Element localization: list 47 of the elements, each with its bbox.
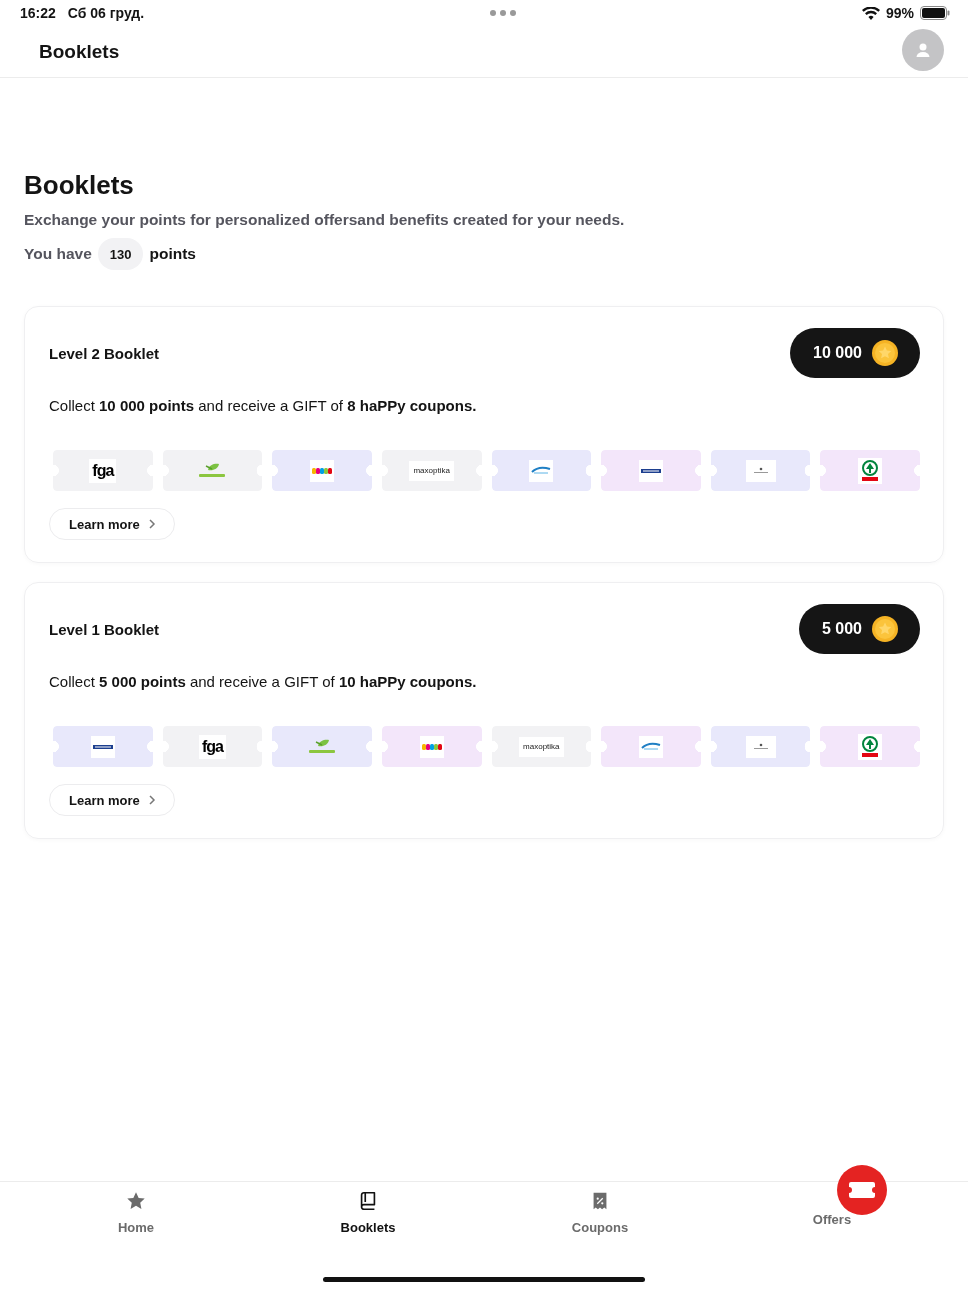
booklet-title: Level 2 Booklet	[49, 344, 160, 362]
status-time: 16:22	[20, 5, 56, 21]
status-date: Сб 06 груд.	[67, 5, 145, 21]
ticket-icon	[837, 1165, 887, 1215]
battery-percentage: 99%	[885, 5, 914, 21]
brand-wordmark: fga	[198, 734, 226, 759]
booklet-title: Level 1 Booklet	[49, 620, 160, 638]
chevron-right-icon	[147, 795, 156, 805]
brand-wordmark: maxoptika	[519, 736, 564, 757]
coin-icon	[872, 616, 898, 642]
blocks-logo-icon	[310, 459, 335, 482]
tree-logo-icon	[858, 733, 883, 760]
wifi-icon	[861, 6, 880, 20]
header-title: Booklets	[39, 40, 120, 63]
tab-bar-item[interactable]: Coupons	[484, 1182, 716, 1244]
stripe-logo-icon	[638, 459, 663, 482]
dot-logo-icon	[745, 735, 776, 758]
leaf-logo-icon	[197, 462, 228, 479]
points-badge: 130	[97, 238, 144, 270]
wave-logo-icon	[529, 459, 554, 482]
brand-wordmark: maxoptika	[409, 460, 454, 481]
price-button[interactable]: 10 000	[790, 328, 920, 378]
brand-wordmark: fga	[89, 458, 117, 483]
coin-icon	[872, 340, 898, 366]
blocks-logo-icon	[419, 735, 444, 758]
profile-button[interactable]	[902, 28, 944, 71]
leaf-logo-icon	[307, 738, 338, 755]
more-dots-icon[interactable]	[490, 10, 517, 16]
points-label: You have	[24, 245, 92, 263]
dot-logo-icon	[745, 459, 776, 482]
tab-bar-item[interactable]: Home	[20, 1182, 252, 1244]
wave-logo-icon	[638, 735, 663, 758]
person-icon	[915, 41, 931, 58]
learn-more-button[interactable]: Learn more	[49, 784, 175, 816]
stripe-logo-icon	[90, 735, 115, 758]
booklet-description: Collect 10 000 points and receive a GIFT of 8 haPPy coupons.	[49, 396, 478, 416]
price-button[interactable]: 5 000	[798, 604, 920, 654]
booklet-description: Collect 5 000 points and receive a GIFT of 10 haPPy coupons.	[49, 672, 478, 692]
learn-more-button[interactable]: Learn more	[49, 508, 175, 540]
points-unit: points	[149, 245, 196, 263]
page-title: Booklets	[24, 169, 135, 201]
tab-bar-item[interactable]: Booklets	[252, 1182, 484, 1244]
page-subtitle: Exchange your points for personalized offersand benefits created for your needs.	[24, 210, 626, 230]
chevron-right-icon	[147, 519, 156, 529]
tree-logo-icon	[858, 457, 883, 484]
tab-bar-item[interactable]: Offers	[716, 1165, 948, 1244]
battery-icon	[920, 6, 950, 20]
